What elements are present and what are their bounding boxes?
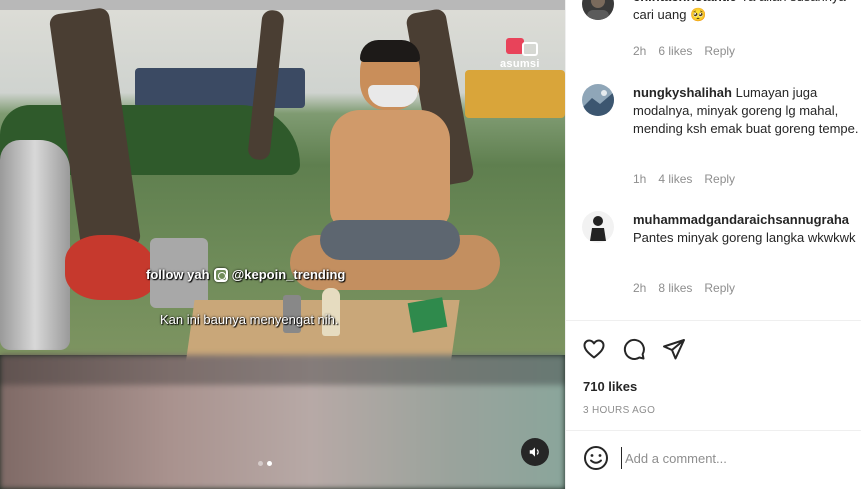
paper-plane-icon [663, 339, 685, 360]
green-package [407, 297, 448, 333]
person-hair [360, 40, 420, 62]
person-torso [330, 110, 450, 230]
follow-overlay-handle: @kepoin_trending [231, 267, 346, 282]
comment-composer [566, 430, 861, 489]
comment-list[interactable]: chintachristanti9 Ya allah susahnya cari… [566, 0, 861, 320]
comment-likes[interactable]: 6 likes [658, 44, 692, 58]
comment-username[interactable]: nungkyshalihah [633, 85, 732, 100]
person-shorts [320, 220, 460, 260]
avatar[interactable] [582, 84, 614, 116]
avatar-image [582, 0, 614, 20]
comment-likes[interactable]: 4 likes [658, 172, 692, 186]
video-frame[interactable]: asumsi follow yah @kepoin_trending Kan i… [0, 6, 565, 365]
comment-username[interactable]: muhammadgandaraichsannugraha [633, 212, 849, 227]
avatar-image [582, 84, 614, 116]
speaker-icon [529, 447, 539, 457]
comment-bubble-icon [623, 338, 645, 360]
comment-time[interactable]: 2h [633, 281, 646, 295]
comment-body: chintachristanti9 Ya allah susahnya cari… [633, 0, 859, 24]
instagram-icon [213, 267, 228, 282]
comment-body: nungkyshalihah Lumayan juga modalnya, mi… [633, 84, 859, 138]
post-media[interactable]: asumsi follow yah @kepoin_trending Kan i… [0, 0, 565, 489]
sound-toggle-button[interactable] [521, 438, 549, 466]
comment-likes[interactable]: 8 likes [658, 281, 692, 295]
brand-logo-text: asumsi [500, 58, 540, 70]
like-button[interactable] [582, 337, 606, 361]
comment-username[interactable]: chintachristanti9 [633, 0, 737, 4]
follow-overlay: follow yah @kepoin_trending [146, 267, 345, 282]
carousel-indicator [258, 461, 272, 466]
post-actions: 710 likes 3 HOURS AGO [566, 320, 861, 430]
emoji-button[interactable] [583, 445, 609, 471]
likes-count[interactable]: 710 likes [583, 379, 637, 394]
comment-button[interactable] [622, 337, 646, 361]
media-top-strip [0, 0, 565, 10]
follow-overlay-text: follow yah [146, 267, 210, 282]
avatar[interactable] [582, 211, 614, 243]
comment-meta: 2h 6 likes Reply [633, 44, 735, 58]
share-button[interactable] [662, 337, 686, 361]
post-timestamp[interactable]: 3 HOURS AGO [583, 405, 655, 416]
background-bus [135, 68, 305, 108]
reply-button[interactable]: Reply [704, 172, 735, 186]
heart-icon [583, 339, 605, 359]
comment-input[interactable] [621, 447, 846, 469]
blurred-lower-area [0, 355, 565, 489]
avatar-image [582, 211, 614, 243]
red-plastic-bag [65, 235, 155, 300]
brand-logo: asumsi [500, 38, 548, 74]
brand-logo-mark-outline [522, 42, 538, 56]
comment-meta: 2h 8 likes Reply [633, 281, 735, 295]
reply-button[interactable]: Reply [704, 44, 735, 58]
comment-text: Pantes minyak goreng langka wkwkwk [633, 230, 856, 245]
avatar[interactable] [582, 0, 614, 20]
comment-meta: 1h 4 likes Reply [633, 172, 735, 186]
face-mask [368, 85, 418, 107]
post-sidebar: chintachristanti9 Ya allah susahnya cari… [565, 0, 861, 489]
silver-painted-person [0, 140, 70, 350]
carousel-dot[interactable] [258, 461, 263, 466]
reply-button[interactable]: Reply [704, 281, 735, 295]
blurred-shadow-band [0, 355, 565, 385]
video-subtitle: Kan ini baunya menyengat nih. [160, 312, 339, 327]
carousel-dot-active[interactable] [267, 461, 272, 466]
comment-body: muhammadgandaraichsannugraha Pantes miny… [633, 211, 859, 247]
comment-time[interactable]: 2h [633, 44, 646, 58]
comment-time[interactable]: 1h [633, 172, 646, 186]
action-icons [582, 337, 686, 361]
smiley-icon [584, 446, 608, 470]
